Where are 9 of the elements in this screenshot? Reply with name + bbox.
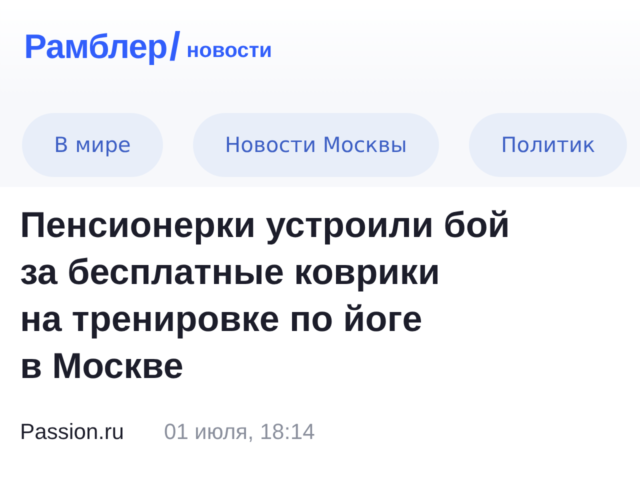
source-link[interactable]: Passion.ru <box>20 419 124 445</box>
article-title: Пенсионерки устроили бой за бесплатные коврики на тренировке по йоге в Москве <box>20 203 511 388</box>
publish-date: 01 июля, 18:14 <box>164 419 315 445</box>
logo[interactable]: Рамблер <box>24 28 168 67</box>
section-name[interactable]: новости <box>186 38 272 62</box>
category-tab[interactable]: В мире <box>22 113 163 177</box>
category-tab[interactable]: Политик <box>468 113 628 177</box>
category-tab[interactable]: Новости Москвы <box>192 113 439 177</box>
logo-slash: / <box>169 25 180 70</box>
